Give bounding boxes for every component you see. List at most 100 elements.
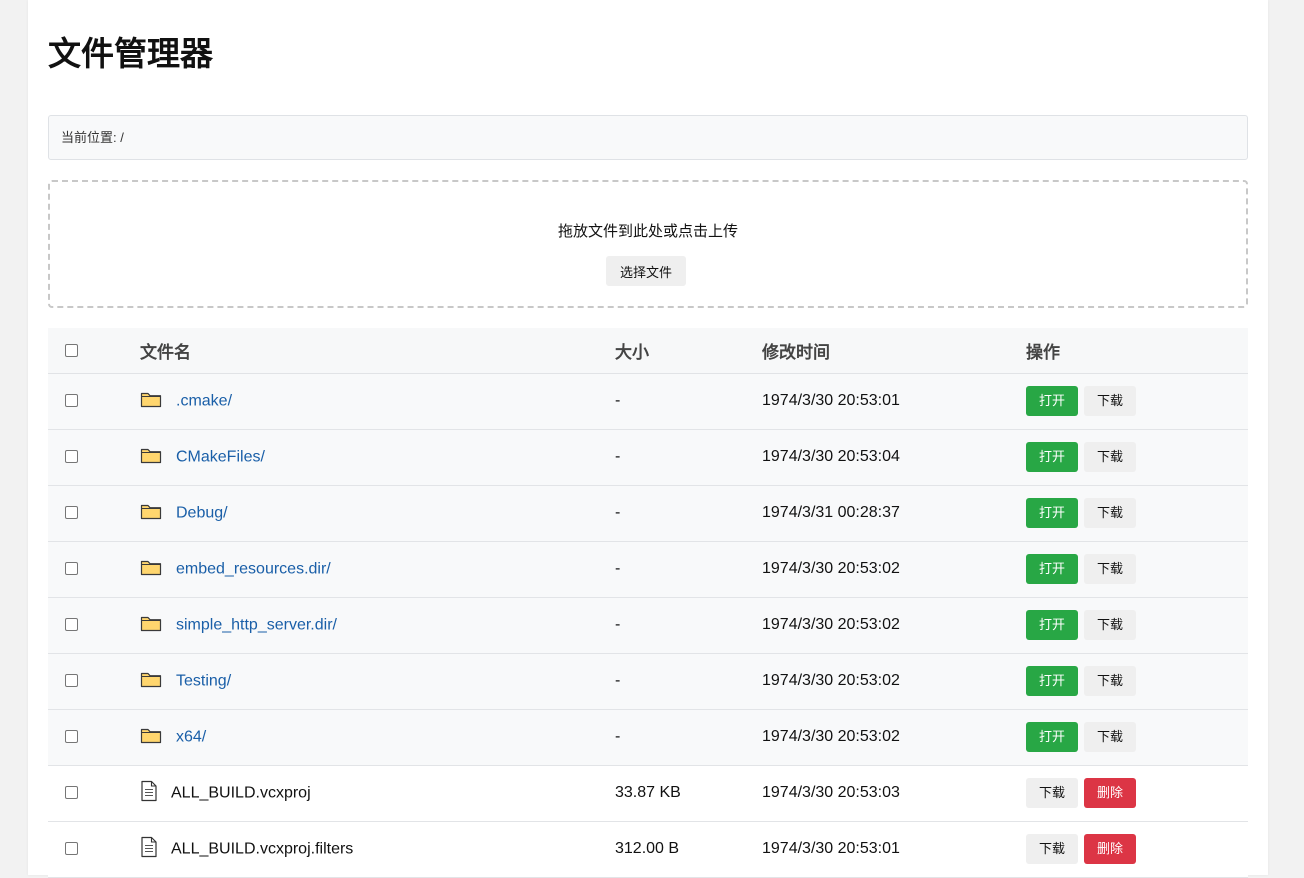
file-manager-panel: 文件管理器 当前位置: / 拖放文件到此处或点击上传 选择文件 文件名 大小 修… xyxy=(28,0,1268,878)
row-checkbox[interactable] xyxy=(65,618,78,632)
folder-icon xyxy=(140,670,162,693)
modified-cell: 1974/3/30 20:53:01 xyxy=(762,840,900,857)
download-button[interactable]: 下载 xyxy=(1084,610,1136,640)
actions-cell: 打开 下载 xyxy=(1026,485,1248,541)
folder-link[interactable]: embed_resources.dir/ xyxy=(176,560,331,577)
file-table: 文件名 大小 修改时间 操作 .cmake/ - 1974/3/30 20:53:0… xyxy=(48,328,1248,878)
folder-link[interactable]: x64/ xyxy=(176,728,206,745)
row-checkbox[interactable] xyxy=(65,562,78,576)
file-icon xyxy=(140,780,158,807)
delete-button[interactable]: 删除 xyxy=(1084,778,1136,808)
row-select-cell xyxy=(48,597,140,653)
actions-cell: 打开 下载 xyxy=(1026,541,1248,597)
open-button[interactable]: 打开 xyxy=(1026,666,1078,696)
modified-cell: 1974/3/30 20:53:02 xyxy=(762,728,900,745)
folder-row: simple_http_server.dir/ - 1974/3/30 20:53:… xyxy=(48,597,1248,653)
modified-cell: 1974/3/30 20:53:02 xyxy=(762,672,900,689)
folder-link[interactable]: CMakeFiles/ xyxy=(176,448,265,465)
header-modified: 修改时间 xyxy=(762,342,830,362)
row-checkbox[interactable] xyxy=(65,674,78,688)
actions-cell: 打开 下载 xyxy=(1026,597,1248,653)
row-select-cell xyxy=(48,429,140,485)
folder-row: x64/ - 1974/3/30 20:53:02 打开 下载 xyxy=(48,709,1248,765)
name-cell: Testing/ xyxy=(140,653,615,709)
name-cell: .cmake/ xyxy=(140,373,615,429)
download-button[interactable]: 下载 xyxy=(1026,778,1078,808)
open-button[interactable]: 打开 xyxy=(1026,722,1078,752)
folder-link[interactable]: .cmake/ xyxy=(176,392,232,409)
size-cell: - xyxy=(615,672,621,689)
open-button[interactable]: 打开 xyxy=(1026,498,1078,528)
upload-hint: 拖放文件到此处或点击上传 xyxy=(557,223,738,240)
folder-link[interactable]: Testing/ xyxy=(176,672,231,689)
folder-link[interactable]: simple_http_server.dir/ xyxy=(176,616,337,633)
name-cell: ALL_BUILD.vcxproj xyxy=(140,765,615,821)
download-button[interactable]: 下载 xyxy=(1084,498,1136,528)
modified-cell: 1974/3/30 20:53:03 xyxy=(762,784,900,801)
modified-cell: 1974/3/31 00:28:37 xyxy=(762,504,900,521)
folder-icon xyxy=(140,390,162,413)
name-cell: CMakeFiles/ xyxy=(140,429,615,485)
open-button[interactable]: 打开 xyxy=(1026,610,1078,640)
file-row: ALL_BUILD.vcxproj 33.87 KB 1974/3/30 20:53… xyxy=(48,765,1248,821)
file-name: ALL_BUILD.vcxproj xyxy=(171,784,311,802)
row-checkbox[interactable] xyxy=(65,786,78,800)
header-select-all xyxy=(48,328,140,373)
open-button[interactable]: 打开 xyxy=(1026,554,1078,584)
delete-button[interactable]: 删除 xyxy=(1084,834,1136,864)
download-button[interactable]: 下载 xyxy=(1084,666,1136,696)
download-button[interactable]: 下载 xyxy=(1084,386,1136,416)
download-button[interactable]: 下载 xyxy=(1026,834,1078,864)
header-name: 文件名 xyxy=(140,342,191,362)
name-cell: embed_resources.dir/ xyxy=(140,541,615,597)
actions-cell: 打开 下载 xyxy=(1026,653,1248,709)
actions-cell: 打开 下载 xyxy=(1026,373,1248,429)
size-cell: - xyxy=(615,616,621,633)
actions-cell: 下载 删除 xyxy=(1026,821,1248,877)
row-select-cell xyxy=(48,653,140,709)
row-select-cell xyxy=(48,373,140,429)
name-cell: ALL_BUILD.vcxproj.filters xyxy=(140,821,615,877)
size-cell: - xyxy=(615,560,621,577)
download-button[interactable]: 下载 xyxy=(1084,554,1136,584)
row-checkbox[interactable] xyxy=(65,450,78,464)
folder-link[interactable]: Debug/ xyxy=(176,504,228,521)
actions-cell: 打开 下载 xyxy=(1026,429,1248,485)
actions-cell: 打开 下载 xyxy=(1026,709,1248,765)
table-header-row: 文件名 大小 修改时间 操作 xyxy=(48,328,1248,373)
modified-cell: 1974/3/30 20:53:02 xyxy=(762,616,900,633)
row-select-cell xyxy=(48,485,140,541)
row-checkbox[interactable] xyxy=(65,394,78,408)
select-all-checkbox[interactable] xyxy=(65,344,78,358)
row-checkbox[interactable] xyxy=(65,506,78,520)
folder-row: CMakeFiles/ - 1974/3/30 20:53:04 打开 下载 xyxy=(48,429,1248,485)
upload-dropzone[interactable]: 拖放文件到此处或点击上传 选择文件 xyxy=(48,180,1248,308)
row-checkbox[interactable] xyxy=(65,842,78,856)
file-name: ALL_BUILD.vcxproj.filters xyxy=(171,840,354,858)
page-title: 文件管理器 xyxy=(48,35,213,72)
open-button[interactable]: 打开 xyxy=(1026,386,1078,416)
size-cell: - xyxy=(615,448,621,465)
folder-icon xyxy=(140,502,162,525)
name-cell: Debug/ xyxy=(140,485,615,541)
row-select-cell xyxy=(48,765,140,821)
open-button[interactable]: 打开 xyxy=(1026,442,1078,472)
folder-row: Debug/ - 1974/3/31 00:28:37 打开 下载 xyxy=(48,485,1248,541)
download-button[interactable]: 下载 xyxy=(1084,722,1136,752)
size-cell: - xyxy=(615,392,621,409)
folder-icon xyxy=(140,558,162,581)
download-button[interactable]: 下载 xyxy=(1084,442,1136,472)
breadcrumb: 当前位置: / xyxy=(48,115,1248,160)
modified-cell: 1974/3/30 20:53:01 xyxy=(762,392,900,409)
size-cell: 33.87 KB xyxy=(615,784,681,801)
folder-icon xyxy=(140,614,162,637)
row-checkbox[interactable] xyxy=(65,730,78,744)
name-cell: simple_http_server.dir/ xyxy=(140,597,615,653)
breadcrumb-text: 当前位置: / xyxy=(61,130,124,145)
folder-row: Testing/ - 1974/3/30 20:53:02 打开 下载 xyxy=(48,653,1248,709)
size-cell: - xyxy=(615,504,621,521)
folder-icon xyxy=(140,726,162,749)
choose-file-button[interactable]: 选择文件 xyxy=(606,256,686,286)
header-size: 大小 xyxy=(615,342,649,362)
folder-icon xyxy=(140,446,162,469)
